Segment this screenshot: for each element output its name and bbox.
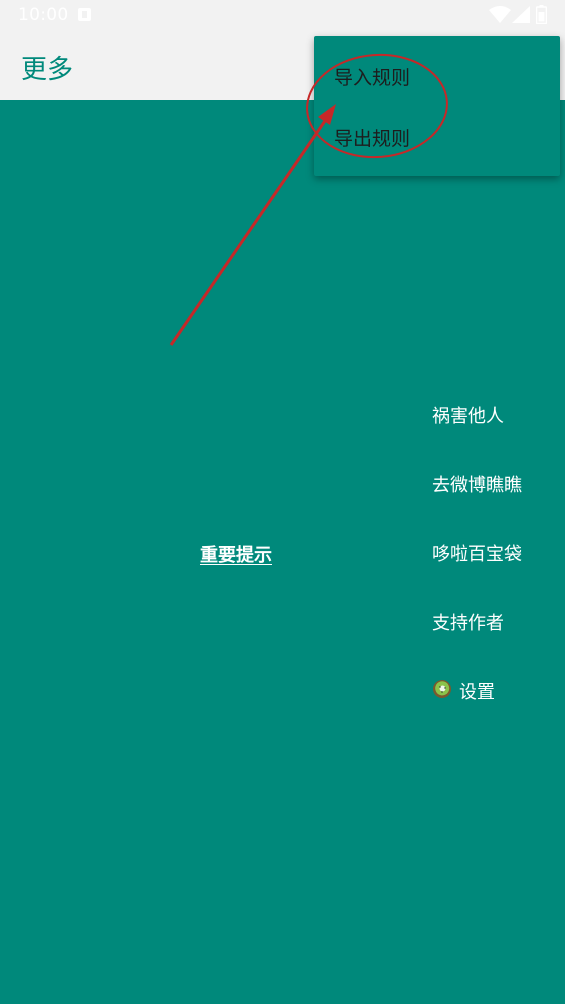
side-item-weibo[interactable]: 去微博瞧瞧 (432, 465, 562, 534)
overflow-menu: 导入规则 导出规则 (314, 36, 560, 176)
important-tip-link[interactable]: 重要提示 (200, 541, 272, 567)
side-item-support-author[interactable]: 支持作者 (432, 603, 562, 672)
notification-icon (78, 8, 91, 21)
status-time: 10:00 (18, 5, 69, 25)
menu-item-export-rules[interactable]: 导出规则 (334, 124, 410, 151)
side-item-label: 哆啦百宝袋 (432, 544, 522, 565)
wifi-icon (489, 6, 511, 23)
page-title: 更多 (21, 55, 74, 85)
side-item-label: 去微博瞧瞧 (432, 475, 522, 496)
side-menu: 祸害他人 去微博瞧瞧 哆啦百宝袋 支持作者 设置 (432, 396, 562, 741)
side-item-doraemon-pocket[interactable]: 哆啦百宝袋 (432, 534, 562, 603)
kiwi-icon (433, 680, 451, 698)
side-item-label: 支持作者 (432, 613, 504, 634)
side-item-label: 设置 (459, 682, 495, 703)
side-item-settings[interactable]: 设置 (432, 672, 562, 741)
menu-item-import-rules[interactable]: 导入规则 (334, 63, 410, 90)
side-item-harm-others[interactable]: 祸害他人 (432, 396, 562, 465)
signal-icon (512, 6, 530, 23)
side-item-label: 祸害他人 (432, 406, 504, 427)
battery-icon (536, 5, 547, 24)
status-bar: 10:00 (0, 0, 565, 30)
